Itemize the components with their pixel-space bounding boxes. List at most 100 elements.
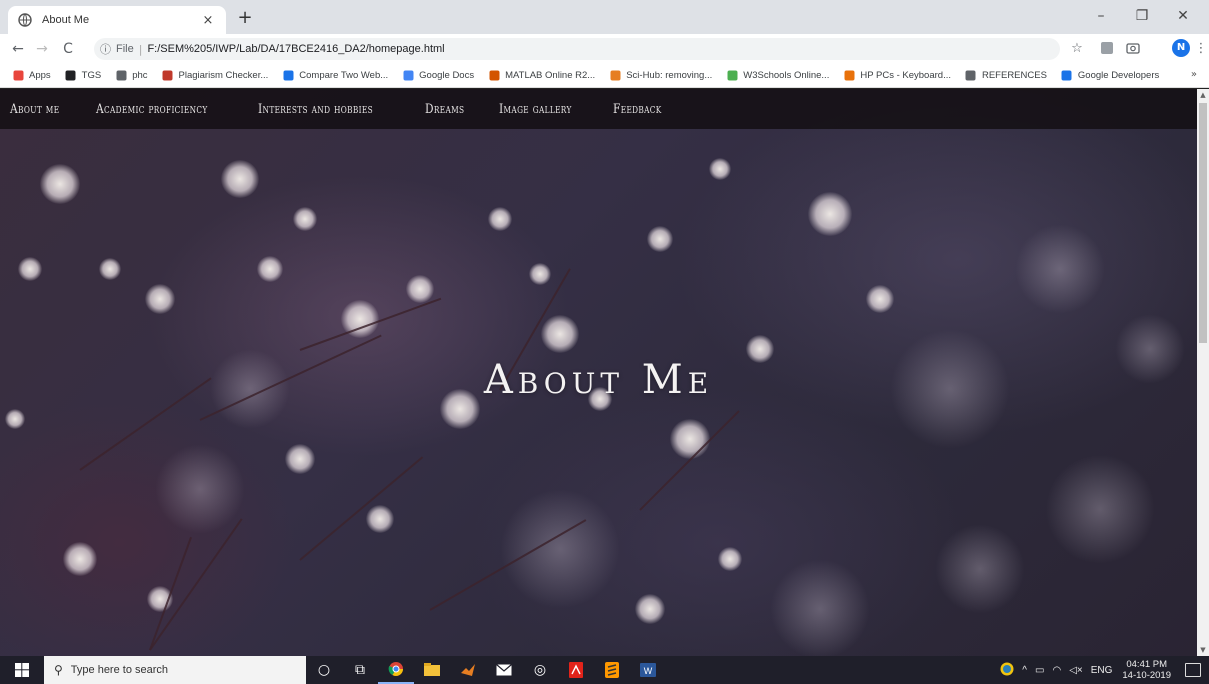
- site-nav-bar: About me Academic proficiency Interests an…: [0, 89, 1197, 129]
- battery-icon[interactable]: ▭: [1035, 665, 1044, 676]
- page-scrollbar[interactable]: ▲ ▼: [1197, 89, 1209, 656]
- action-center-icon[interactable]: [1185, 663, 1201, 677]
- close-window-button[interactable]: ✕: [1168, 8, 1198, 28]
- flower-decoration: [40, 164, 80, 204]
- bookmark-item[interactable]: MATLAB Online R2...: [488, 70, 595, 82]
- sst-icon: [162, 70, 174, 82]
- windows-logo-icon: [15, 663, 29, 677]
- bookmark-label: Apps: [29, 70, 51, 81]
- svg-text:W: W: [644, 666, 653, 676]
- bookmark-label: Google Developers: [1077, 70, 1160, 81]
- browser-tab[interactable]: About Me ×: [8, 6, 226, 34]
- bookmark-label: REFERENCES: [981, 70, 1047, 81]
- tray-chevron-icon[interactable]: ^: [1022, 665, 1027, 676]
- dev-icon: [1061, 70, 1073, 82]
- site-nav-link[interactable]: About me: [10, 102, 59, 117]
- bookmark-item[interactable]: Sci-Hub: removing...: [609, 70, 712, 82]
- globe-icon: [115, 70, 127, 82]
- bookmark-item[interactable]: Google Developers: [1061, 70, 1159, 82]
- bokeh-decoration: [1045, 454, 1155, 564]
- back-button[interactable]: ←: [8, 40, 28, 58]
- chrome-taskbar-icon[interactable]: [378, 656, 414, 684]
- docs-icon: [402, 70, 414, 82]
- bookmark-item[interactable]: Plagiarism Checker...: [162, 70, 268, 82]
- mail-icon[interactable]: [486, 656, 522, 684]
- scroll-thumb[interactable]: [1199, 103, 1207, 343]
- clock[interactable]: 04:41 PM 14-10-2019: [1122, 659, 1171, 681]
- bookmark-item[interactable]: TGS: [65, 70, 102, 82]
- file-explorer-icon[interactable]: [414, 656, 450, 684]
- forward-button[interactable]: →: [32, 40, 52, 58]
- word-icon[interactable]: W: [630, 656, 666, 684]
- bokeh-decoration: [1015, 224, 1105, 314]
- maximize-button[interactable]: ❐: [1127, 8, 1157, 28]
- w3-icon: [726, 70, 738, 82]
- info-icon[interactable]: ⓘ: [100, 41, 111, 57]
- scihub-icon: [609, 70, 621, 82]
- profile-avatar[interactable]: N: [1172, 39, 1190, 57]
- new-tab-button[interactable]: +: [234, 8, 256, 30]
- tab-close-icon[interactable]: ×: [200, 13, 216, 28]
- clock-date: 14-10-2019: [1122, 670, 1171, 681]
- site-nav-link[interactable]: Image gallery: [499, 102, 572, 117]
- flower-decoration: [718, 547, 742, 571]
- acrobat-icon[interactable]: [558, 656, 594, 684]
- flower-decoration: [285, 444, 315, 474]
- flower-decoration: [293, 207, 317, 231]
- bookmark-star-icon[interactable]: ☆: [1068, 41, 1086, 57]
- globe-icon: [965, 70, 977, 82]
- taskbar-search-placeholder: Type here to search: [70, 664, 169, 676]
- camera-extension-icon[interactable]: [1124, 41, 1142, 57]
- chrome-menu-icon[interactable]: ⋮: [1192, 41, 1209, 57]
- sublime-text-icon[interactable]: [594, 656, 630, 684]
- bookmark-item[interactable]: REFERENCES: [965, 70, 1047, 82]
- site-nav-link[interactable]: Dreams: [425, 102, 464, 117]
- url-text[interactable]: F:/SEM%205/IWP/Lab/DA/17BCE2416_DA2/home…: [147, 43, 444, 55]
- hero-title: About Me: [483, 357, 714, 403]
- tab-title: About Me: [42, 14, 90, 26]
- scroll-up-icon[interactable]: ▲: [1197, 89, 1209, 101]
- flower-decoration: [647, 226, 673, 252]
- site-nav-link[interactable]: Academic proficiency: [96, 102, 208, 117]
- windows-taskbar: ⚲ Type here to search ○ ⧉ ◎ W ^ ▭ ◠ ◁× E…: [0, 656, 1209, 684]
- flower-decoration: [406, 275, 434, 303]
- help-icon[interactable]: [1000, 662, 1014, 679]
- search-icon: ⚲: [54, 663, 63, 677]
- tools-icon: [65, 70, 77, 82]
- bookmark-item[interactable]: phc: [115, 70, 148, 82]
- input-language[interactable]: ENG: [1091, 665, 1113, 676]
- cortana-icon[interactable]: ○: [306, 656, 342, 684]
- bookmarks-overflow-icon[interactable]: »: [1191, 69, 1197, 80]
- start-button[interactable]: [0, 656, 44, 684]
- site-nav-link[interactable]: Interests and hobbies: [258, 102, 373, 117]
- bookmark-item[interactable]: Apps: [12, 70, 51, 82]
- bookmark-item[interactable]: Compare Two Web...: [282, 70, 388, 82]
- bookmark-item[interactable]: W3Schools Online...: [726, 70, 829, 82]
- url-scheme: File: [116, 43, 134, 55]
- bookmark-label: MATLAB Online R2...: [505, 70, 596, 81]
- bokeh-decoration: [770, 559, 870, 656]
- flower-decoration: [709, 158, 731, 180]
- flower-decoration: [670, 419, 710, 459]
- minimize-button[interactable]: –: [1086, 8, 1116, 28]
- system-tray: ^ ▭ ◠ ◁× ENG 04:41 PM 14-10-2019: [992, 656, 1209, 684]
- bookmark-label: Sci-Hub: removing...: [626, 70, 713, 81]
- reload-button[interactable]: C: [58, 40, 78, 58]
- address-bar[interactable]: ⓘ File | F:/SEM%205/IWP/Lab/DA/17BCE2416…: [94, 38, 1060, 60]
- taskbar-search-input[interactable]: ⚲ Type here to search: [44, 656, 306, 684]
- scroll-down-icon[interactable]: ▼: [1197, 644, 1209, 656]
- matlab-taskbar-icon[interactable]: [450, 656, 486, 684]
- stem-decoration: [299, 456, 424, 561]
- volume-icon[interactable]: ◁×: [1069, 665, 1083, 676]
- bookmark-label: Google Docs: [419, 70, 475, 81]
- task-view-icon[interactable]: ⧉: [342, 656, 378, 684]
- bookmark-label: TGS: [81, 70, 102, 81]
- groove-music-icon[interactable]: ◎: [522, 656, 558, 684]
- bookmark-item[interactable]: Google Docs: [402, 70, 474, 82]
- site-nav-link[interactable]: Feedback: [613, 102, 662, 117]
- stem-decoration: [149, 518, 243, 651]
- pdf-extension-icon[interactable]: [1098, 41, 1116, 57]
- bokeh-decoration: [935, 524, 1025, 614]
- wifi-icon[interactable]: ◠: [1052, 665, 1061, 676]
- bookmark-item[interactable]: HP PCs - Keyboard...: [843, 70, 951, 82]
